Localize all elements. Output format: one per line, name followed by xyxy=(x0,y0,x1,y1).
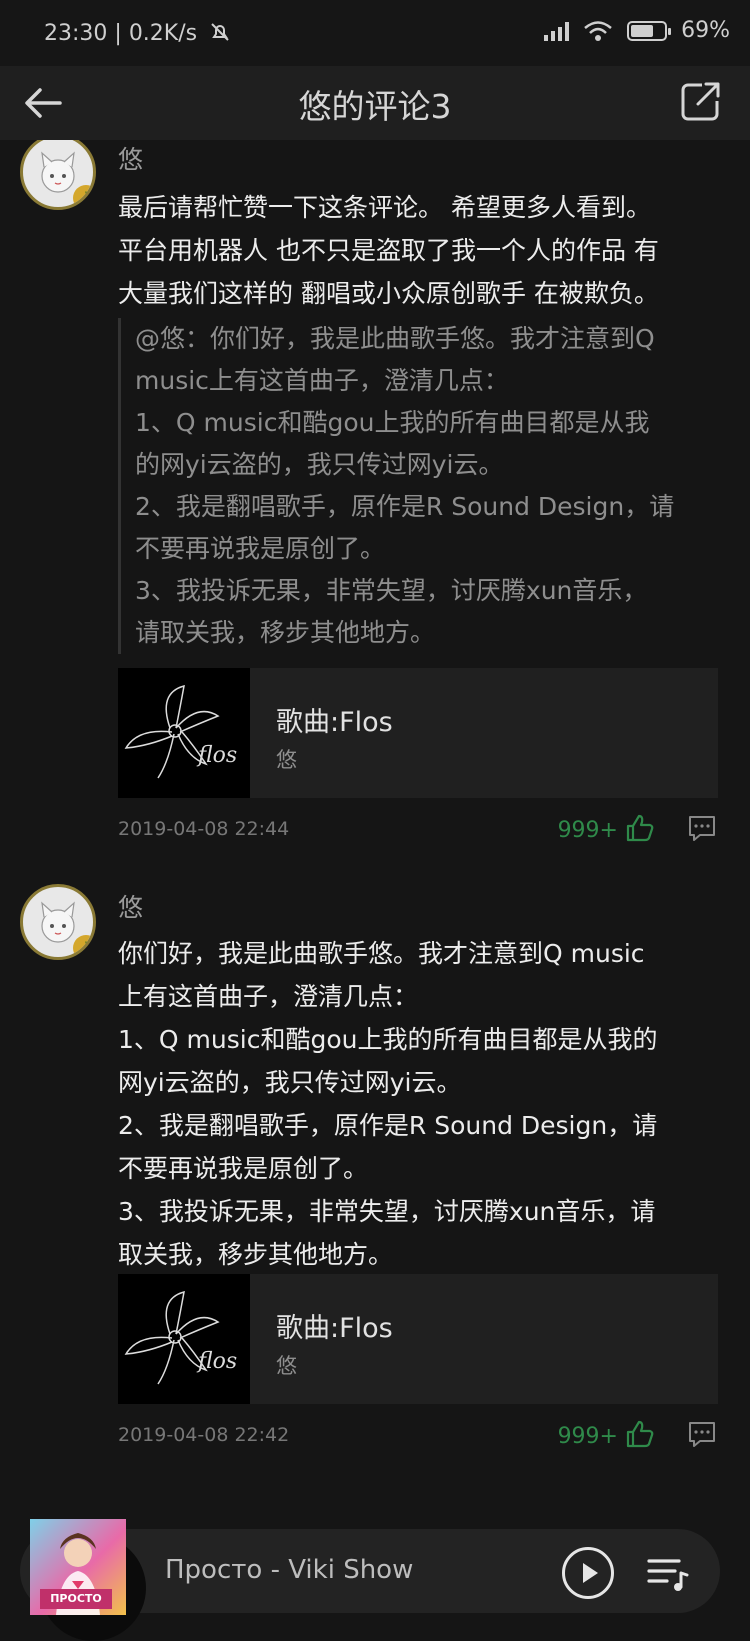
now-playing-title[interactable]: Просто - Viki Show xyxy=(165,1555,413,1585)
comment-text: 最后请帮忙赞一下这条评论。 希望更多人看到。 平台用机器人 也不只是盗取了我一个… xyxy=(118,193,659,308)
song-cover: flos xyxy=(118,668,250,798)
song-artist: 悠 xyxy=(276,1354,297,1378)
play-button[interactable] xyxy=(562,1547,614,1599)
hd-signal-icon xyxy=(544,21,570,41)
mute-bell-icon xyxy=(211,23,229,41)
clock: 23:30 xyxy=(44,21,108,46)
comment-timestamp: 2019-04-08 22:44 xyxy=(118,818,290,840)
cover-text: flos xyxy=(196,1349,237,1374)
vip-badge-icon: ♪ xyxy=(73,185,93,207)
comment-timestamp: 2019-04-08 22:42 xyxy=(118,1424,290,1446)
wifi-icon xyxy=(584,20,612,41)
playlist-queue-icon[interactable] xyxy=(645,1551,689,1595)
song-cover: flos xyxy=(118,1274,250,1404)
comment-item: ♪ 悠 你们好，我是此曲歌手悠。我才注意到Q music 上有这首曲子，澄清几点… xyxy=(0,884,750,1508)
cover-text: flos xyxy=(196,743,237,768)
comment-meta: 2019-04-08 22:42 999+ xyxy=(118,1418,718,1458)
song-title: 歌曲:Flos xyxy=(276,707,393,738)
thumbs-up-icon[interactable] xyxy=(624,1418,656,1450)
username[interactable]: 悠 xyxy=(118,888,143,924)
avatar[interactable]: ♪ xyxy=(20,884,96,960)
flower-artwork-icon: flos xyxy=(124,1290,237,1385)
song-card[interactable]: flos 歌曲:Flos 悠 xyxy=(118,1274,718,1404)
separator: | xyxy=(114,21,129,46)
battery-level xyxy=(631,24,654,37)
share-icon[interactable] xyxy=(678,78,724,124)
album-art-title: ПРОСТО xyxy=(40,1589,112,1609)
play-icon xyxy=(583,1563,598,1583)
like-count: 999+ xyxy=(557,1424,618,1449)
battery-icon xyxy=(627,20,672,41)
username[interactable]: 悠 xyxy=(118,140,143,176)
comment-list[interactable]: ♪ 悠 最后请帮忙赞一下这条评论。 希望更多人看到。 平台用机器人 也不只是盗取… xyxy=(0,140,750,1515)
song-title: 歌曲:Flos xyxy=(276,1313,393,1344)
battery-percent: 69% xyxy=(681,18,730,43)
vip-badge-icon: ♪ xyxy=(73,935,93,957)
network-speed: 0.2K/s xyxy=(128,21,198,46)
avatar[interactable]: ♪ xyxy=(20,140,96,210)
nav-bar: 悠的评论3 xyxy=(0,66,750,140)
comment-meta: 2019-04-08 22:44 999+ xyxy=(118,812,718,852)
comment-item: ♪ 悠 最后请帮忙赞一下这条评论。 希望更多人看到。 平台用机器人 也不只是盗取… xyxy=(0,140,750,860)
flower-artwork-icon: flos xyxy=(124,684,237,779)
status-right: 69% xyxy=(544,18,730,43)
page-title: 悠的评论3 xyxy=(298,87,452,126)
thumbs-up-icon[interactable] xyxy=(624,812,656,844)
quoted-comment[interactable]: @悠：你们好，我是此曲歌手悠。我才注意到Q music上有这首曲子，澄清几点： … xyxy=(118,318,735,654)
comment-text: 你们好，我是此曲歌手悠。我才注意到Q music 上有这首曲子，澄清几点： 1、… xyxy=(118,939,658,1269)
status-bar: 23:30 | 0.2K/s 69% xyxy=(0,0,750,66)
song-card[interactable]: flos 歌曲:Flos 悠 xyxy=(118,668,718,798)
mini-player[interactable]: ПРОСТО Просто - Viki Show xyxy=(0,1515,750,1641)
reply-comment-icon[interactable] xyxy=(686,1418,718,1450)
like-count: 999+ xyxy=(557,818,618,843)
status-time: 23:30 | 0.2K/s xyxy=(44,20,232,46)
reply-comment-icon[interactable] xyxy=(686,812,718,844)
song-artist: 悠 xyxy=(276,748,297,772)
album-art[interactable]: ПРОСТО xyxy=(30,1519,126,1615)
